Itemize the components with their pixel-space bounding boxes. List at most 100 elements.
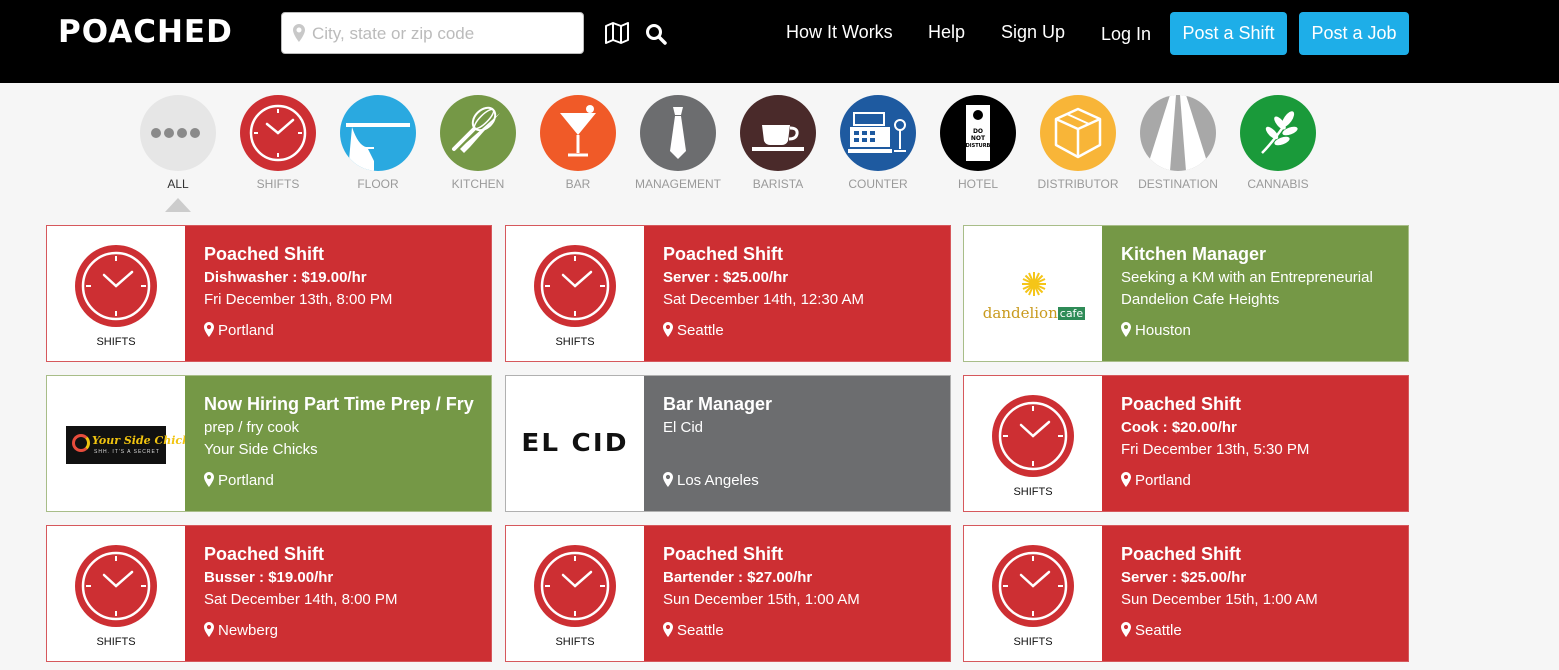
category-barista[interactable]: BARISTA <box>728 95 828 191</box>
location-pin-icon <box>204 322 214 337</box>
listing-title[interactable]: Poached Shift <box>204 244 491 265</box>
location-search-box[interactable] <box>281 12 584 54</box>
category-bar[interactable]: BAR <box>528 95 628 191</box>
dandelion-cafe-logo: dandelion cafe <box>982 271 1086 322</box>
location-text: Los Angeles <box>677 472 759 489</box>
post-a-job-button[interactable]: Post a Job <box>1299 12 1409 55</box>
category-shifts[interactable]: SHIFTS <box>228 95 328 191</box>
category-label: ALL <box>167 177 189 191</box>
location-text: Seattle <box>1135 622 1182 639</box>
listing-card[interactable]: SHIFTS Poached Shift Server : $25.00/hr … <box>963 525 1409 662</box>
location-search-input[interactable] <box>312 21 574 47</box>
category-hotel[interactable]: DO NOT DISTURB HOTEL <box>928 95 1028 191</box>
dandelion-flower-icon <box>1022 272 1046 296</box>
category-all[interactable]: ALL <box>128 95 228 191</box>
swoosh-icon <box>72 434 90 452</box>
logo-label: SHIFTS <box>555 336 595 348</box>
listing-title[interactable]: Poached Shift <box>204 544 491 565</box>
listing-title[interactable]: Kitchen Manager <box>1121 244 1408 265</box>
location-pin-icon <box>293 24 305 42</box>
category-label: COUNTER <box>848 177 908 191</box>
location-pin-icon <box>204 472 214 487</box>
category-label: SHIFTS <box>256 177 300 191</box>
listing-datetime: Sat December 14th, 12:30 AM <box>663 291 864 308</box>
listing-datetime: Fri December 13th, 5:30 PM <box>1121 441 1310 458</box>
location-pin-icon <box>1121 322 1131 337</box>
leaf-icon <box>1240 95 1316 171</box>
cash-register-icon <box>840 95 916 171</box>
category-management[interactable]: MANAGEMENT <box>628 95 728 191</box>
listing-title[interactable]: Now Hiring Part Time Prep / Fry <box>204 394 491 415</box>
listing-location: Portland <box>1121 472 1191 489</box>
log-in-link[interactable]: Log In <box>1101 24 1151 45</box>
location-text: Seattle <box>677 322 724 339</box>
listing-datetime: Sun December 15th, 1:00 AM <box>1121 591 1318 608</box>
location-text: Portland <box>218 322 274 339</box>
listing-card[interactable]: SHIFTS Poached Shift Busser : $19.00/hr … <box>46 525 492 662</box>
listing-title[interactable]: Poached Shift <box>1121 394 1408 415</box>
logo-label: SHIFTS <box>555 636 595 648</box>
clock-icon <box>240 95 316 171</box>
category-cannabis[interactable]: CANNABIS <box>1228 95 1328 191</box>
location-pin-icon <box>1121 622 1131 637</box>
category-label: BARISTA <box>752 177 804 191</box>
post-a-shift-button[interactable]: Post a Shift <box>1170 12 1287 55</box>
logo-label: SHIFTS <box>96 636 136 648</box>
site-logo[interactable]: POACHED <box>58 14 233 50</box>
category-label: DISTRIBUTOR <box>1037 177 1119 191</box>
location-text: Portland <box>218 472 274 489</box>
listing-card[interactable]: SHIFTS Poached Shift Dishwasher : $19.00… <box>46 225 492 362</box>
category-label: BAR <box>565 177 591 191</box>
listing-description: prep / fry cook <box>204 419 300 436</box>
location-pin-icon <box>204 622 214 637</box>
listing-datetime: Fri December 13th, 8:00 PM <box>204 291 393 308</box>
listing-title[interactable]: Poached Shift <box>663 244 950 265</box>
el-cid-logo: EL CID <box>521 428 629 457</box>
listing-card[interactable]: SHIFTS Poached Shift Server : $25.00/hr … <box>505 225 951 362</box>
location-pin-icon <box>1121 472 1131 487</box>
category-kitchen[interactable]: KITCHEN <box>428 95 528 191</box>
listing-card[interactable]: SHIFTS Poached Shift Cook : $20.00/hr Fr… <box>963 375 1409 512</box>
location-text: Newberg <box>218 622 279 639</box>
logo-label: SHIFTS <box>1013 636 1053 648</box>
map-icon[interactable] <box>604 22 630 44</box>
listing-location: Seattle <box>663 322 724 339</box>
category-label: FLOOR <box>357 177 399 191</box>
listing-card[interactable]: SHIFTS Poached Shift Bartender : $27.00/… <box>505 525 951 662</box>
your-side-chicks-logo: Your Side Chicks SHH. IT'S A SECRET <box>66 426 196 464</box>
listing-title[interactable]: Poached Shift <box>1121 544 1408 565</box>
listing-card[interactable]: EL CID Bar Manager El Cid Los Angeles <box>505 375 951 512</box>
sign-up-link[interactable]: Sign Up <box>1001 22 1065 43</box>
top-navbar: POACHED How It Works Help Sign Up Log In… <box>0 0 1559 83</box>
category-distributor[interactable]: DISTRIBUTOR <box>1028 95 1128 191</box>
listing-role-rate: Dishwasher : $19.00/hr <box>204 269 367 286</box>
category-floor[interactable]: FLOOR <box>328 95 428 191</box>
all-dots-icon <box>140 95 216 171</box>
listing-location: Newberg <box>204 622 278 639</box>
clock-icon <box>534 545 616 627</box>
do-not-disturb-hanger-icon: DO NOT DISTURB <box>940 95 1016 171</box>
logo-label: SHIFTS <box>1013 486 1053 498</box>
category-label: MANAGEMENT <box>634 177 721 191</box>
listing-company: El Cid <box>663 419 704 436</box>
category-destination[interactable]: DESTINATION <box>1128 95 1228 191</box>
location-text: Houston <box>1135 322 1191 339</box>
svg-text:DO: DO <box>973 128 983 135</box>
how-it-works-link[interactable]: How It Works <box>786 22 893 43</box>
listing-location: Houston <box>1121 322 1191 339</box>
listing-role-rate: Server : $25.00/hr <box>1121 569 1247 586</box>
listing-location: Seattle <box>1121 622 1182 639</box>
category-counter[interactable]: COUNTER <box>828 95 928 191</box>
help-link[interactable]: Help <box>928 22 965 43</box>
search-icon[interactable] <box>645 23 667 45</box>
listing-card[interactable]: Your Side Chicks SHH. IT'S A SECRET Now … <box>46 375 492 512</box>
clock-icon <box>992 395 1074 477</box>
listing-title[interactable]: Poached Shift <box>663 544 950 565</box>
listing-role-rate: Cook : $20.00/hr <box>1121 419 1237 436</box>
listing-company: Your Side Chicks <box>204 441 318 458</box>
listing-role-rate: Busser : $19.00/hr <box>204 569 334 586</box>
category-label: DESTINATION <box>1138 177 1218 191</box>
listing-card[interactable]: dandelion cafe Kitchen Manager Seeking a … <box>963 225 1409 362</box>
location-pin-icon <box>663 472 673 487</box>
listing-title[interactable]: Bar Manager <box>663 394 950 415</box>
